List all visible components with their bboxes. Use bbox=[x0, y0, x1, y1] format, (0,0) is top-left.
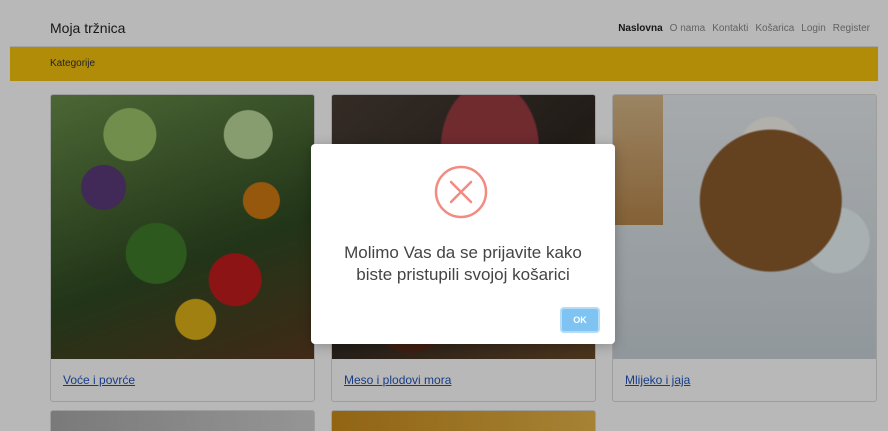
error-x-circle-icon bbox=[434, 165, 488, 219]
modal-message-line1: Molimo Vas da se prijavite kako bbox=[344, 243, 582, 262]
ok-button[interactable]: OK bbox=[560, 307, 600, 333]
modal-message: Molimo Vas da se prijavite kako biste pr… bbox=[321, 242, 605, 286]
modal-message-line2: biste pristupili svojoj košarici bbox=[356, 265, 570, 284]
alert-modal: Molimo Vas da se prijavite kako biste pr… bbox=[311, 144, 615, 344]
